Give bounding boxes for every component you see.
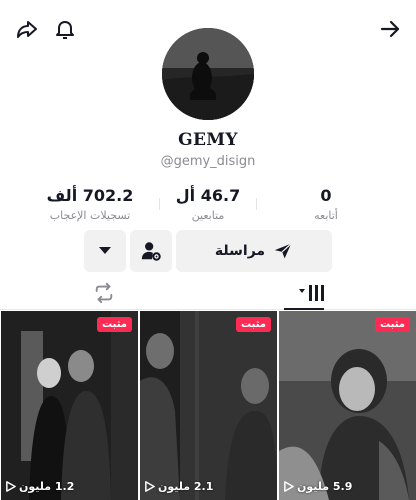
play-icon	[145, 481, 155, 492]
profile-tabs	[0, 276, 416, 310]
stat-likes[interactable]: 702.2 ألف تسجيلات الإعجاب	[40, 186, 140, 226]
active-tab-indicator	[284, 308, 324, 310]
view-count: 5.9 مليون	[283, 480, 352, 493]
play-icon	[284, 481, 294, 492]
view-count: 2.1 مليون	[144, 480, 213, 493]
pinned-badge: مثبت	[375, 317, 410, 332]
arrow-right-icon[interactable]	[374, 13, 406, 45]
username: GEMY	[178, 130, 238, 150]
stat-followers-value: 46.7 أل	[175, 186, 241, 205]
stat-likes-value: 702.2 ألف	[46, 186, 134, 205]
share-icon[interactable]	[11, 13, 43, 45]
video-thumbnail	[140, 311, 277, 500]
more-button[interactable]	[84, 230, 126, 272]
tab-reposts[interactable]	[0, 276, 208, 310]
handle: @gemy_disign	[160, 154, 256, 169]
stat-likes-label: تسجيلات الإعجاب	[49, 209, 131, 222]
view-count-label: 2.1 مليون	[158, 480, 214, 493]
repost-icon	[95, 282, 113, 304]
grid-bars-icon	[299, 285, 324, 301]
message-button[interactable]: مراسلة	[176, 230, 332, 272]
tab-videos[interactable]	[208, 276, 416, 310]
pinned-badge: مثبت	[97, 317, 132, 332]
stats-row: 0 أتابعه 46.7 أل متابعين 702.2 ألف تسجيل…	[40, 186, 376, 226]
user-settings-icon	[141, 242, 161, 261]
stat-following-label: أتابعه	[314, 209, 338, 222]
view-count-label: 1.2 مليون	[19, 480, 75, 493]
stat-followers-label: متابعين	[191, 209, 225, 222]
send-icon	[274, 243, 292, 259]
video-tile[interactable]: مثبت 2.1 مليون	[140, 311, 277, 500]
pinned-badge: مثبت	[236, 317, 271, 332]
view-count: 1.2 مليون	[5, 480, 74, 493]
add-friend-button[interactable]	[130, 230, 172, 272]
stat-following[interactable]: 0 أتابعه	[276, 186, 376, 226]
video-thumbnail	[1, 311, 138, 500]
video-tile[interactable]: مثبت 5.9 مليون	[279, 311, 416, 500]
video-tile[interactable]: مثبت 1.2 مليون	[1, 311, 138, 500]
stat-followers[interactable]: 46.7 أل متابعين	[158, 186, 258, 226]
message-label: مراسلة	[214, 243, 266, 259]
video-grid: مثبت 5.9 مليون مثبت 2.1 مليون مثبت 1.2 م…	[0, 311, 416, 500]
play-icon	[6, 481, 16, 492]
stat-divider	[256, 198, 257, 210]
stat-following-value: 0	[320, 186, 332, 205]
stat-divider	[159, 198, 160, 210]
triangle-down-icon	[99, 247, 111, 254]
view-count-label: 5.9 مليون	[297, 480, 353, 493]
avatar[interactable]	[162, 28, 254, 120]
bell-icon[interactable]	[49, 13, 81, 45]
video-thumbnail	[279, 311, 416, 500]
